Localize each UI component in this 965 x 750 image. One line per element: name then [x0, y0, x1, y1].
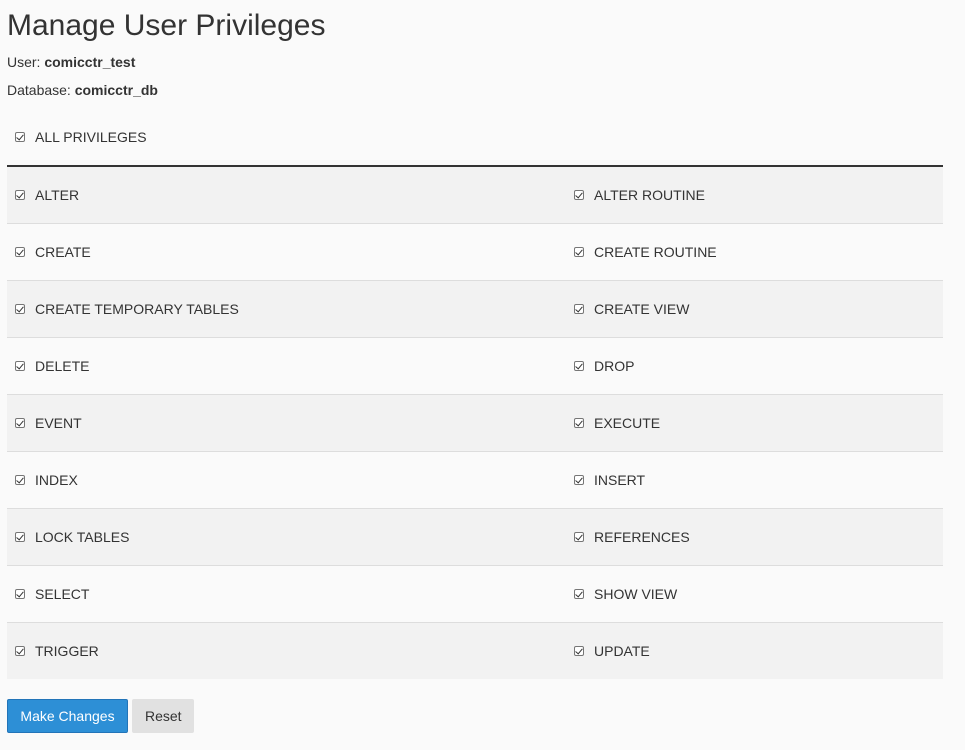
privilege-label: SELECT — [35, 586, 90, 602]
page-title: Manage User Privileges — [7, 9, 326, 42]
privilege-row: CREATE CREATE ROUTINE — [7, 223, 943, 281]
privilege-label: UPDATE — [594, 643, 650, 659]
privilege-checkbox[interactable] — [15, 361, 25, 371]
privilege-option[interactable]: CREATE — [7, 244, 566, 260]
privilege-row: ALTER ALTER ROUTINE — [7, 166, 943, 224]
privilege-checkbox[interactable] — [574, 247, 584, 257]
privilege-checkbox[interactable] — [15, 475, 25, 485]
privilege-option[interactable]: EXECUTE — [566, 415, 943, 431]
privilege-option[interactable]: ALTER — [7, 187, 566, 203]
privilege-label: ALTER — [35, 187, 80, 203]
privilege-row: EVENT EXECUTE — [7, 394, 943, 452]
privilege-checkbox[interactable] — [15, 247, 25, 257]
privilege-row: INDEX INSERT — [7, 451, 943, 509]
privilege-option[interactable]: INSERT — [566, 472, 943, 488]
privilege-cell: EVENT — [7, 394, 566, 452]
privilege-option[interactable]: SELECT — [7, 586, 566, 602]
privilege-label: LOCK TABLES — [35, 529, 130, 545]
privilege-option[interactable]: CREATE TEMPORARY TABLES — [7, 301, 566, 317]
privilege-cell: UPDATE — [566, 622, 943, 679]
privilege-option[interactable]: CREATE ROUTINE — [566, 244, 943, 260]
privilege-option[interactable]: UPDATE — [566, 643, 943, 659]
privilege-label: TRIGGER — [35, 643, 99, 659]
privilege-cell: ALTER ROUTINE — [566, 166, 943, 224]
privilege-label: REFERENCES — [594, 529, 690, 545]
privilege-option[interactable]: DROP — [566, 358, 943, 374]
privilege-label: CREATE VIEW — [594, 301, 690, 317]
privilege-cell: SELECT — [7, 565, 566, 623]
privilege-checkbox[interactable] — [574, 190, 584, 200]
privilege-label: CREATE ROUTINE — [594, 244, 717, 260]
privilege-checkbox[interactable] — [15, 532, 25, 542]
privilege-label: INDEX — [35, 472, 78, 488]
privilege-label: ALTER ROUTINE — [594, 187, 705, 203]
privilege-label: DROP — [594, 358, 635, 374]
privilege-checkbox[interactable] — [15, 646, 25, 656]
privilege-row: DELETE DROP — [7, 337, 943, 395]
privilege-row: CREATE TEMPORARY TABLES CREATE VIEW — [7, 280, 943, 338]
privilege-row: TRIGGER UPDATE — [7, 622, 943, 679]
all-privileges-checkbox[interactable] — [15, 132, 25, 142]
privilege-cell: SHOW VIEW — [566, 565, 943, 623]
privilege-cell: CREATE TEMPORARY TABLES — [7, 280, 566, 338]
privilege-label: CREATE TEMPORARY TABLES — [35, 301, 239, 317]
privilege-cell: TRIGGER — [7, 622, 566, 679]
privilege-label: EVENT — [35, 415, 82, 431]
database-label: Database: — [7, 82, 71, 98]
privilege-option[interactable]: SHOW VIEW — [566, 586, 943, 602]
privilege-checkbox[interactable] — [15, 418, 25, 428]
privilege-label: EXECUTE — [594, 415, 661, 431]
privilege-cell: CREATE — [7, 223, 566, 281]
privilege-cell: EXECUTE — [566, 394, 943, 452]
make-changes-button[interactable]: Make Changes — [7, 699, 128, 733]
privileges-table: ALTER ALTER ROUTINE CREATE CREATE ROUTINE CR… — [7, 165, 943, 679]
privilege-cell: ALTER — [7, 166, 566, 224]
privilege-option[interactable]: LOCK TABLES — [7, 529, 566, 545]
privilege-option[interactable]: EVENT — [7, 415, 566, 431]
privilege-label: CREATE — [35, 244, 91, 260]
privilege-checkbox[interactable] — [574, 532, 584, 542]
privilege-option[interactable]: TRIGGER — [7, 643, 566, 659]
privilege-cell: REFERENCES — [566, 508, 943, 566]
privilege-cell: CREATE ROUTINE — [566, 223, 943, 281]
user-label: User: — [7, 54, 41, 70]
privilege-option[interactable]: CREATE VIEW — [566, 301, 943, 317]
privilege-option[interactable]: REFERENCES — [566, 529, 943, 545]
privilege-checkbox[interactable] — [574, 646, 584, 656]
all-privileges-option[interactable]: ALL PRIVILEGES — [7, 127, 147, 147]
privilege-cell: LOCK TABLES — [7, 508, 566, 566]
privilege-option[interactable]: DELETE — [7, 358, 566, 374]
all-privileges-label: ALL PRIVILEGES — [35, 129, 147, 145]
privilege-checkbox[interactable] — [574, 418, 584, 428]
privilege-checkbox[interactable] — [574, 304, 584, 314]
database-value: comicctr_db — [74, 82, 158, 98]
privilege-checkbox[interactable] — [574, 589, 584, 599]
privilege-checkbox[interactable] — [574, 475, 584, 485]
user-info: User: comicctr_test — [7, 53, 135, 71]
privilege-row: SELECT SHOW VIEW — [7, 565, 943, 623]
privilege-label: SHOW VIEW — [594, 586, 678, 602]
privilege-option[interactable]: INDEX — [7, 472, 566, 488]
privilege-cell: DROP — [566, 337, 943, 395]
privilege-checkbox[interactable] — [15, 190, 25, 200]
privilege-row: LOCK TABLES REFERENCES — [7, 508, 943, 566]
privilege-label: DELETE — [35, 358, 90, 374]
privilege-checkbox[interactable] — [15, 589, 25, 599]
database-info: Database: comicctr_db — [7, 81, 158, 99]
privilege-cell: INSERT — [566, 451, 943, 509]
form-actions: Make Changes Reset — [7, 699, 194, 733]
reset-button[interactable]: Reset — [132, 699, 194, 733]
user-value: comicctr_test — [44, 54, 136, 70]
privilege-cell: CREATE VIEW — [566, 280, 943, 338]
privilege-label: INSERT — [594, 472, 646, 488]
privilege-checkbox[interactable] — [574, 361, 584, 371]
privilege-cell: INDEX — [7, 451, 566, 509]
privilege-cell: DELETE — [7, 337, 566, 395]
privilege-checkbox[interactable] — [15, 304, 25, 314]
privilege-option[interactable]: ALTER ROUTINE — [566, 187, 943, 203]
